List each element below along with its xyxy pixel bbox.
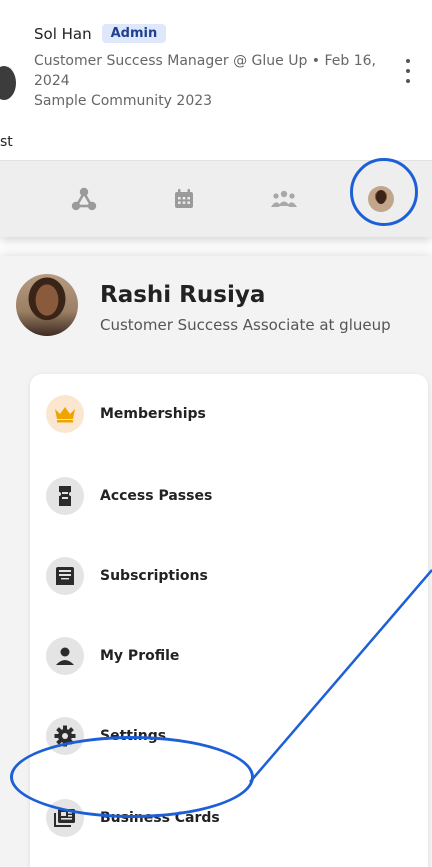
more-options-icon[interactable] (400, 57, 416, 85)
menu-item-memberships[interactable]: Memberships (46, 388, 406, 440)
nav-network-icon[interactable] (64, 179, 104, 219)
role-badge: Admin (101, 24, 167, 43)
annotation-ellipse-business-cards (10, 736, 254, 818)
subscriptions-icon (46, 557, 84, 595)
community-name: Sample Community 2023 (34, 93, 213, 109)
post-header: Sol Han Admin Customer Success Manager @… (0, 0, 432, 160)
menu-label-access-passes: Access Passes (100, 488, 213, 504)
person-icon (46, 637, 84, 675)
menu-label-memberships: Memberships (100, 406, 206, 422)
author-line: Sol Han Admin (34, 24, 167, 43)
author-meta-line: Customer Success Manager @ Glue Up • Feb… (34, 53, 376, 89)
profile-name: Rashi Rusiya (100, 282, 266, 308)
menu-label-my-profile: My Profile (100, 648, 180, 664)
menu-item-my-profile[interactable]: My Profile (46, 630, 406, 682)
menu-item-subscriptions[interactable]: Subscriptions (46, 550, 406, 602)
crown-icon (46, 395, 84, 433)
author-avatar[interactable] (0, 66, 16, 100)
ticket-icon (46, 477, 84, 515)
menu-label-subscriptions: Subscriptions (100, 568, 208, 584)
profile-avatar[interactable] (16, 274, 78, 336)
nav-groups-icon[interactable] (264, 179, 304, 219)
author-meta: Customer Success Manager @ Glue Up • Feb… (34, 51, 384, 111)
author-name[interactable]: Sol Han (34, 25, 92, 43)
profile-subtitle: Customer Success Associate at glueup (100, 316, 391, 334)
menu-item-access-passes[interactable]: Access Passes (46, 470, 406, 522)
post-snippet: st (0, 134, 13, 150)
annotation-circle-profile (350, 158, 418, 226)
profile-header[interactable]: Rashi Rusiya Customer Success Associate … (0, 256, 432, 356)
feed-panel: Sol Han Admin Customer Success Manager @… (0, 0, 432, 237)
nav-calendar-icon[interactable] (164, 179, 204, 219)
